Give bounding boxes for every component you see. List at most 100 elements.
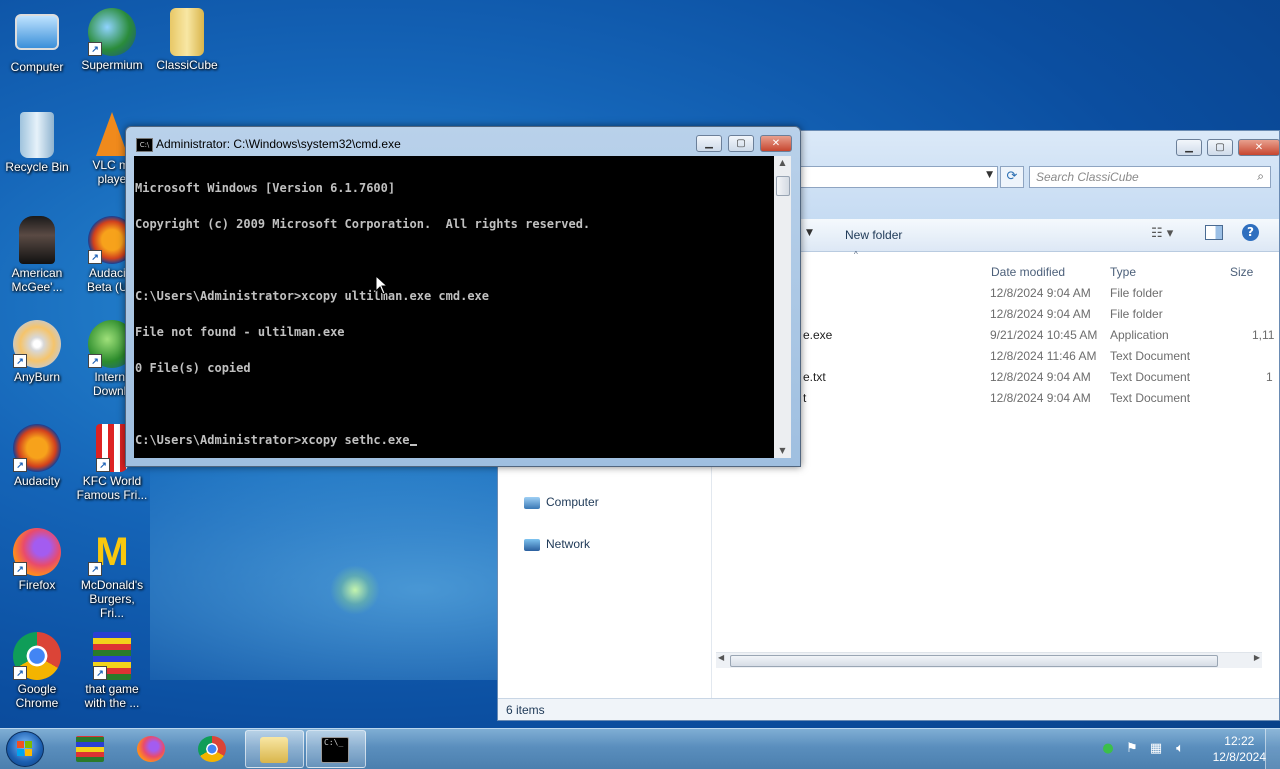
minimize-button[interactable]: ▁: [1176, 139, 1202, 156]
chevron-down-icon[interactable]: ▼: [986, 170, 993, 180]
organize-dropdown-arrow[interactable]: ▼: [806, 228, 813, 238]
column-header-date[interactable]: Date modified: [991, 265, 1065, 279]
search-icon[interactable]: ⌕: [1257, 169, 1264, 184]
column-header-type[interactable]: Type: [1110, 265, 1136, 279]
game-house-icon: [76, 736, 104, 762]
recycle-bin-icon: [20, 112, 54, 158]
file-date: 12/8/2024 11:46 AM: [990, 349, 1097, 363]
file-type: Text Document: [1110, 349, 1191, 363]
desktop-icon-label: Computer: [10, 60, 64, 74]
close-button[interactable]: ✕: [1238, 139, 1280, 156]
volume-icon[interactable]: 🔈︎: [1172, 741, 1188, 757]
console-line: C:\Users\Administrator>xcopy ultilman.ex…: [135, 289, 490, 303]
desktop-icon-classicube[interactable]: ClassiCube: [151, 8, 223, 72]
folder-icon: [170, 8, 204, 56]
firefox-icon: [137, 736, 165, 762]
search-placeholder: Search ClassiCube: [1036, 170, 1139, 184]
desktop-icon-supermium[interactable]: ↗ Supermium: [76, 8, 148, 72]
status-bar: 6 items: [498, 698, 1279, 720]
taskbar-explorer-button[interactable]: [245, 730, 304, 768]
file-size: 1: [1266, 370, 1273, 384]
scroll-up-arrow[interactable]: ▲: [774, 156, 791, 170]
clock-date: 12/8/2024: [1212, 750, 1266, 764]
desktop-icon-label: that game with the ...: [84, 682, 140, 710]
desktop-icon-label: Supermium: [81, 58, 143, 72]
console-prompt-line[interactable]: C:\Users\Administrator>xcopy sethc.exe: [135, 434, 773, 446]
windows-logo-icon: [17, 741, 32, 756]
column-header-size[interactable]: Size: [1230, 265, 1253, 279]
file-date: 12/8/2024 9:04 AM: [990, 370, 1091, 384]
vlc-cone-icon: [96, 112, 128, 156]
desktop-icon-label: McDonald's Burgers, Fri...: [80, 578, 144, 620]
nav-item-network[interactable]: Network: [524, 537, 590, 551]
cmd-window-title[interactable]: Administrator: C:\Windows\system32\cmd.e…: [156, 137, 401, 151]
file-type: Application: [1110, 328, 1169, 342]
action-center-flag-icon[interactable]: ⚑: [1124, 741, 1140, 757]
refresh-icon[interactable]: ⟳: [1000, 166, 1024, 188]
horizontal-scrollbar[interactable]: ◀ ▶: [716, 652, 1262, 668]
cmd-window[interactable]: C:\ Administrator: C:\Windows\system32\c…: [125, 126, 801, 467]
cmd-icon: C:\_: [321, 737, 349, 763]
show-desktop-button[interactable]: [1265, 729, 1280, 769]
taskbar-game-button[interactable]: [62, 730, 118, 768]
desktop-icon-audacity[interactable]: ↗ Audacity: [1, 424, 73, 488]
computer-icon: [524, 496, 540, 509]
desktop-icon-label: Google Chrome: [15, 682, 59, 710]
computer-icon: [15, 14, 59, 50]
taskbar-cmd-button[interactable]: C:\_: [306, 730, 366, 768]
scrollbar-thumb[interactable]: [730, 655, 1218, 667]
mouse-pointer-icon: [375, 275, 389, 295]
console-line: Copyright (c) 2009 Microsoft Corporation…: [135, 217, 591, 231]
console-line: File not found - ultilman.exe: [135, 325, 345, 339]
preview-pane-icon[interactable]: [1205, 225, 1223, 240]
scroll-left-arrow[interactable]: ◀: [718, 653, 724, 662]
taskbar-firefox-button[interactable]: [123, 730, 179, 768]
nav-item-computer[interactable]: Computer: [524, 495, 599, 509]
american-mcgee-icon: [19, 216, 55, 264]
desktop-icon-label: Audacity: [13, 474, 61, 488]
search-input[interactable]: Search ClassiCube ⌕: [1029, 166, 1271, 188]
desktop-icon-label: ClassiCube: [156, 58, 218, 72]
maximize-button[interactable]: ▢: [1207, 139, 1233, 156]
new-folder-button[interactable]: New folder: [845, 228, 902, 242]
file-date: 9/21/2024 10:45 AM: [990, 328, 1098, 342]
desktop-icon-that-game[interactable]: ↗ that game with the ...: [76, 632, 148, 710]
desktop-icon-computer[interactable]: Computer: [1, 8, 73, 74]
scrollbar-thumb[interactable]: [776, 176, 790, 196]
file-date: 12/8/2024 9:04 AM: [990, 286, 1091, 300]
kfc-bucket-icon: ↗: [96, 424, 128, 472]
console-output[interactable]: Microsoft Windows [Version 6.1.7600] Cop…: [134, 156, 774, 458]
taskbar: C:\_ ● ⚑ ▦ 🔈︎ 12:22 12/8/2024: [0, 728, 1280, 769]
folder-icon: [260, 737, 288, 763]
tray-app-icon[interactable]: ●: [1100, 741, 1116, 757]
desktop-icon-label: AnyBurn: [13, 370, 61, 384]
scroll-right-arrow[interactable]: ▶: [1254, 653, 1260, 662]
vertical-scrollbar[interactable]: ▲ ▼: [774, 156, 791, 458]
network-icon[interactable]: ▦: [1148, 741, 1164, 757]
address-bar[interactable]: ▼: [798, 166, 998, 188]
console-line: Microsoft Windows [Version 6.1.7600]: [135, 181, 396, 195]
taskbar-chrome-button[interactable]: [184, 730, 240, 768]
wallpaper-glow: [330, 565, 380, 615]
clock[interactable]: 12:22 12/8/2024: [1213, 733, 1266, 765]
file-size: 1,11: [1252, 328, 1275, 342]
close-button[interactable]: ✕: [760, 135, 792, 152]
start-button[interactable]: [6, 731, 44, 767]
desktop-icon-firefox[interactable]: ↗ Firefox: [1, 528, 73, 592]
item-count: 6 items: [506, 703, 545, 717]
desktop-icon-american-mcgee[interactable]: American McGee'...: [1, 216, 73, 294]
desktop-icon-google-chrome[interactable]: ↗ Google Chrome: [1, 632, 73, 710]
minimize-button[interactable]: ▁: [696, 135, 722, 152]
nav-item-label: Network: [546, 537, 591, 551]
help-icon[interactable]: ?: [1242, 224, 1259, 241]
desktop-icon-mcdonalds[interactable]: M ↗ McDonald's Burgers, Fri...: [76, 528, 148, 620]
view-options-icon[interactable]: ☷ ▾: [1151, 226, 1173, 241]
desktop-icon-recycle-bin[interactable]: Recycle Bin: [1, 112, 73, 174]
maximize-button[interactable]: ▢: [728, 135, 754, 152]
console-line: 0 File(s) copied: [135, 361, 251, 375]
desktop-icon-anyburn[interactable]: ↗ AnyBurn: [1, 320, 73, 384]
anyburn-disc-icon: ↗: [13, 320, 61, 368]
scroll-down-arrow[interactable]: ▼: [774, 444, 791, 458]
